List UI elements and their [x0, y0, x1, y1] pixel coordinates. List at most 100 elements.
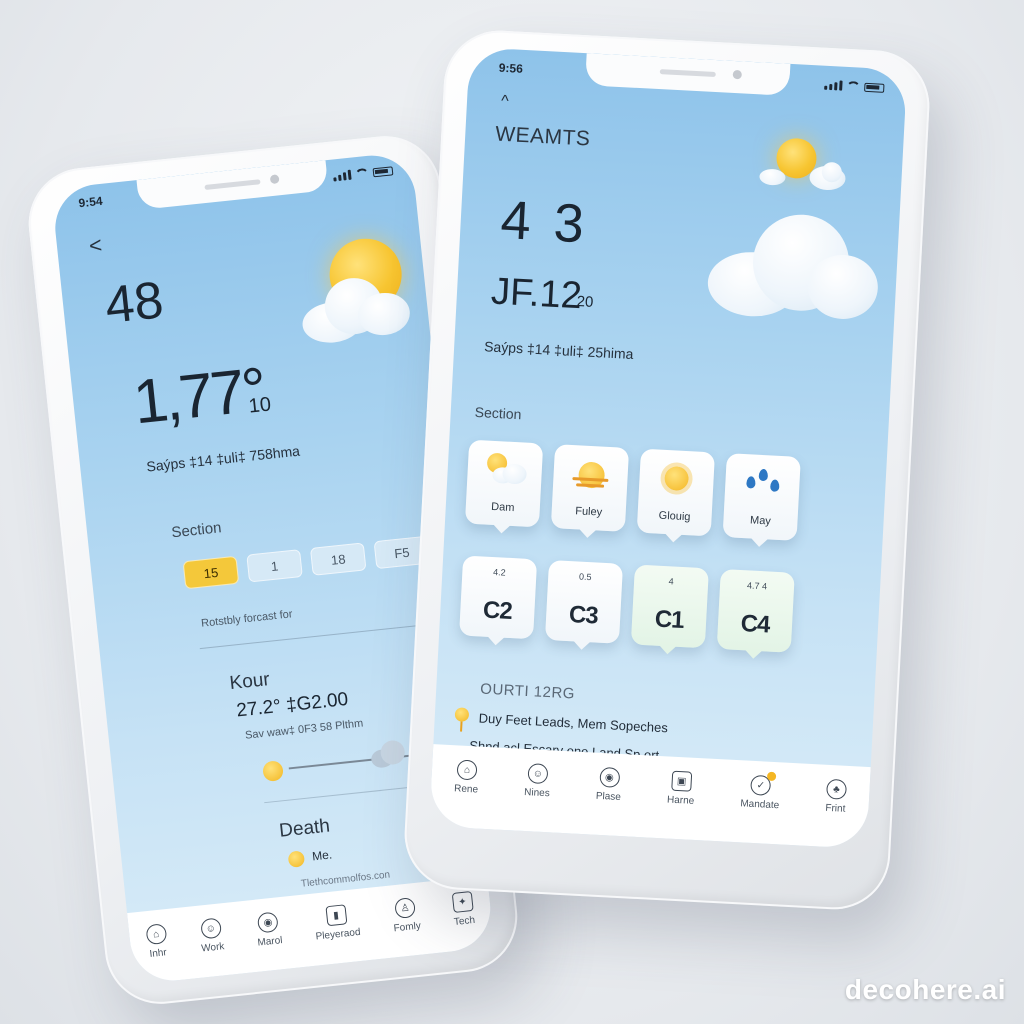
tab-label: Inhr	[149, 947, 168, 960]
section-label: Section	[474, 403, 522, 423]
speaker	[659, 69, 716, 78]
pill-1[interactable]: 15	[182, 555, 240, 590]
value-card-big: C1	[654, 605, 685, 635]
date-sub: 20	[576, 293, 594, 311]
tab-label: Marol	[257, 935, 284, 949]
phone-right: 9:56 ^ WEAMTS 4 3 JF.12 20 Saýps ‡14 ‡ul…	[401, 27, 933, 913]
pill-2[interactable]: 1	[246, 549, 303, 583]
grid-icon: ▣	[671, 770, 693, 792]
chip-icon: ✦	[451, 891, 474, 914]
tab-tech[interactable]: ✦ Tech	[451, 891, 476, 928]
notch	[585, 53, 791, 96]
weather-card[interactable]: Fuley	[550, 444, 630, 532]
cloud-large-icon	[706, 210, 882, 329]
grid-icon: ▮	[325, 904, 348, 927]
tab-pleyeraod[interactable]: ▮ Pleyeraod	[313, 903, 361, 943]
weather-card-label: May	[749, 514, 772, 528]
wifi-icon	[846, 80, 861, 92]
right-screen: 9:56 ^ WEAMTS 4 3 JF.12 20 Saýps ‡14 ‡ul…	[429, 47, 908, 849]
tab-marol[interactable]: ◉ Marol	[255, 911, 284, 949]
value-card[interactable]: 4 C1	[630, 564, 709, 649]
headline-number: 4 3	[499, 190, 590, 255]
battery-icon	[372, 166, 394, 178]
tab-nines[interactable]: ☺ Nines	[524, 763, 551, 799]
tab-label: Rene	[453, 783, 479, 796]
value-card[interactable]: 4.7 4 C4	[716, 568, 795, 653]
rain-icon	[740, 464, 786, 502]
weather-card[interactable]: Dam	[464, 439, 544, 528]
info-title: OURTI 12RG	[479, 680, 576, 703]
sun-cloud-icon	[482, 450, 528, 488]
tab-inhr[interactable]: ⌂ Inhr	[145, 923, 169, 960]
value-card-big: C2	[482, 596, 513, 626]
person-icon: ☺	[527, 763, 549, 785]
signal-icon	[824, 80, 843, 91]
summary-text: Saýps ‡14 ‡uli‡ 758hma	[145, 442, 301, 475]
status-icons	[333, 165, 394, 182]
people-icon: ♙	[394, 897, 417, 920]
info-line-1: Duy Feet Leads, Mem Sopeches	[478, 710, 669, 736]
status-time: 9:56	[498, 60, 524, 76]
pill-row: 15 1 18 F5	[182, 535, 431, 590]
date-text: JF.12	[489, 270, 583, 318]
tab-label: Plase	[595, 790, 622, 804]
face-icon: ◉	[256, 911, 279, 934]
tab-work[interactable]: ☺ Work	[198, 917, 225, 955]
tab-bar: ⌂ Inhr ☺ Work ◉ Marol ▮ Pleyeraod ♙ Fomly ✦ Te…	[127, 875, 495, 985]
tab-label: Pleyeraod	[315, 926, 362, 943]
tab-label: Harne	[666, 794, 695, 807]
pill-3[interactable]: 18	[309, 542, 367, 576]
camera	[732, 69, 743, 80]
tab-mandate[interactable]: ✓ Mandate	[740, 771, 781, 812]
info-sun-stem	[460, 721, 463, 732]
death-sun-icon	[287, 850, 306, 868]
tab-plase[interactable]: ◉ Plase	[595, 766, 623, 804]
summary-text: Saýps ‡14 ‡uli‡ 25hima	[483, 338, 634, 363]
badge-icon: ✓	[750, 771, 777, 796]
sun-icon	[654, 459, 700, 497]
status-icons	[824, 80, 885, 93]
cloud-icon	[298, 272, 414, 346]
person-icon: ☺	[199, 917, 222, 940]
weather-card-label: Dam	[490, 500, 515, 515]
section-label: Section	[170, 519, 223, 542]
back-button[interactable]: <	[88, 232, 104, 259]
collapse-button[interactable]: ^	[501, 93, 509, 111]
tab-label: Tech	[453, 914, 476, 928]
sunset-icon	[568, 455, 614, 493]
tab-label: Work	[200, 941, 225, 955]
wifi-icon	[354, 167, 370, 180]
weather-card[interactable]: Glouig	[636, 448, 715, 537]
tab-label: Mandate	[740, 798, 780, 812]
signal-icon	[333, 169, 352, 182]
notch	[136, 160, 329, 210]
slider-thumb-cloud-icon[interactable]	[369, 739, 411, 769]
value-card-top: 0.5	[578, 571, 592, 583]
tab-label: Frint	[825, 802, 846, 815]
forecast-caption: Rotstbly forcast for	[200, 608, 294, 630]
tab-bar: ⌂ Rene ☺ Nines ◉ Plase ▣ Harne ✓ Mandate ♣ Fri…	[429, 744, 871, 849]
tab-label: Nines	[523, 786, 550, 800]
app-title: WEAMTS	[494, 122, 591, 151]
weather-card[interactable]: May	[722, 453, 801, 541]
tab-harne[interactable]: ▣ Harne	[666, 770, 696, 807]
clover-icon: ♣	[825, 778, 847, 800]
temperature-sub: 10	[247, 393, 273, 418]
weather-card-label: Fuley	[574, 505, 603, 519]
home-icon: ⌂	[456, 759, 478, 781]
tab-rene[interactable]: ⌂ Rene	[453, 759, 480, 796]
watermark: decohere.ai	[844, 974, 1006, 1005]
tab-fomly[interactable]: ♙ Fomly	[391, 897, 421, 934]
divider	[199, 622, 439, 650]
tab-frint[interactable]: ♣ Frint	[825, 778, 847, 815]
camera	[269, 174, 280, 185]
value-card[interactable]: 0.5 C3	[544, 559, 624, 644]
value-card-top: 4.2	[492, 567, 506, 578]
home-icon: ⌂	[145, 923, 168, 946]
value-card-top: 4.7 4	[746, 580, 768, 592]
value-card-big: C3	[568, 601, 599, 630]
value-card[interactable]: 4.2 C2	[459, 555, 538, 640]
death-item: Me.	[311, 847, 333, 864]
kour-title: Kour	[228, 669, 271, 695]
status-time: 9:54	[77, 193, 104, 211]
